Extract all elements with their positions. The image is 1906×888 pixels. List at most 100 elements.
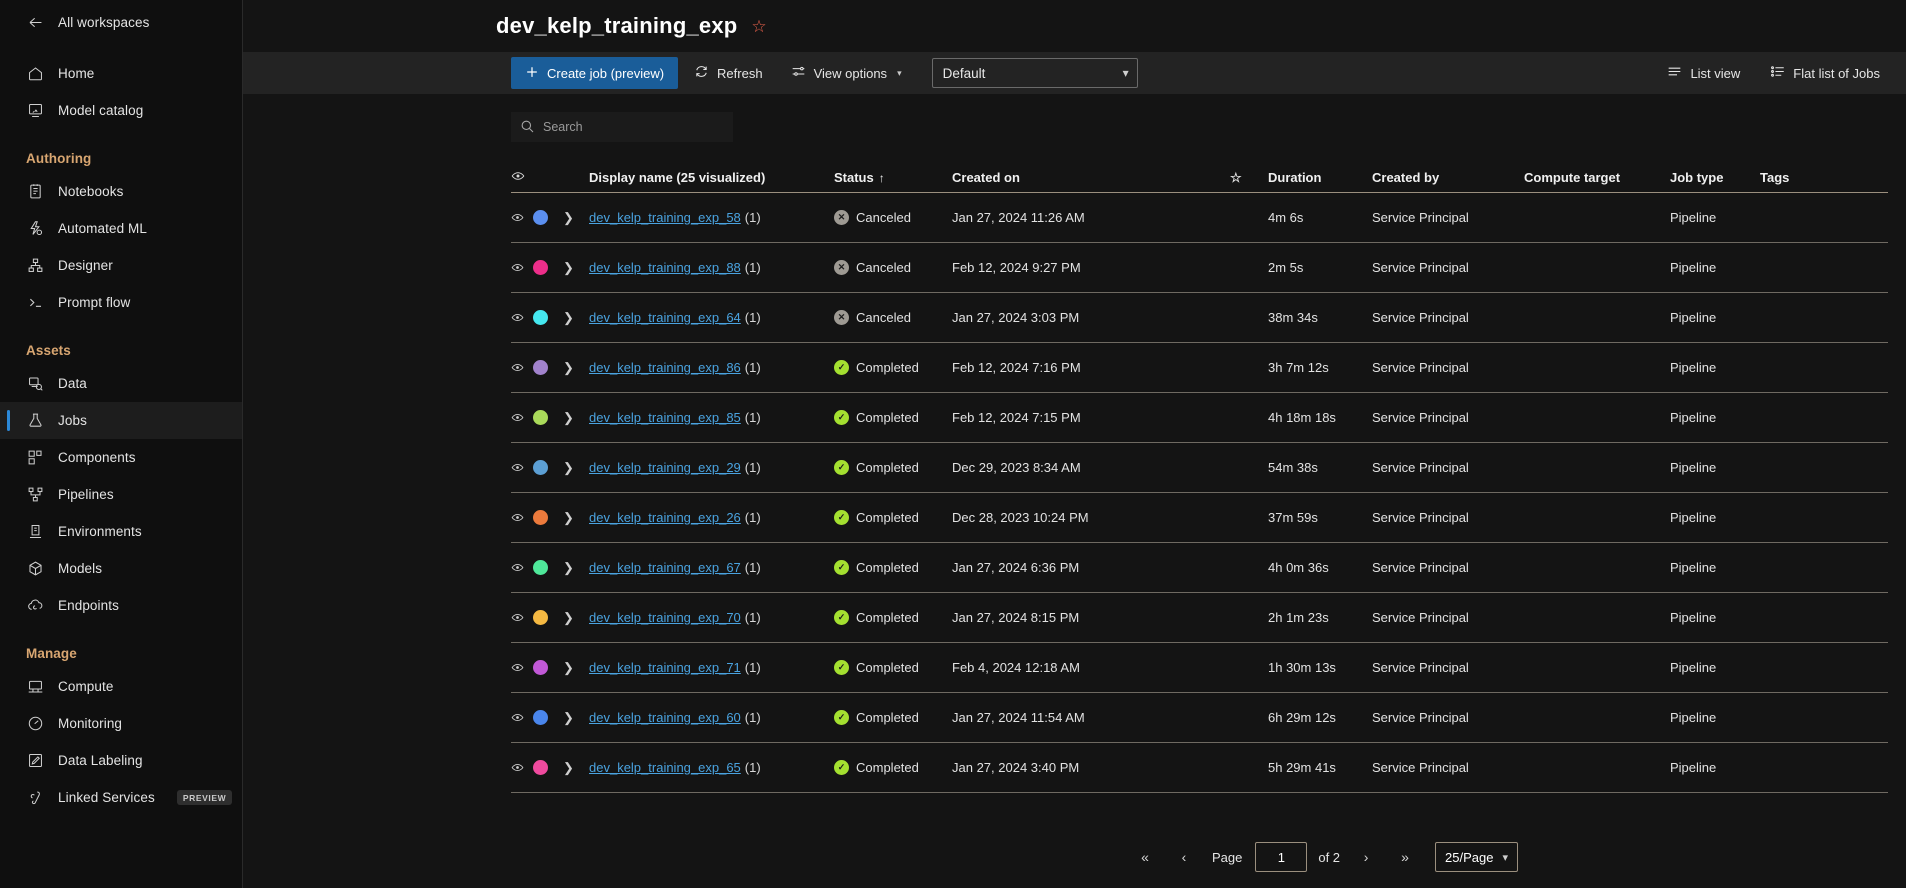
table-row[interactable]: ❯ dev_kelp_training_exp_60 (1) ✓ Completed Ja…	[511, 693, 1888, 743]
sidebar-item-automated-ml[interactable]: Automated ML	[0, 210, 242, 247]
sidebar-item-endpoints[interactable]: Endpoints	[0, 587, 242, 624]
sidebar-item-data[interactable]: Data	[0, 365, 242, 402]
table-row[interactable]: ❯ dev_kelp_training_exp_85 (1) ✓ Completed Fe…	[511, 393, 1888, 443]
row-display-name-cell[interactable]: dev_kelp_training_exp_60 (1)	[589, 710, 834, 725]
sidebar-item-pipelines[interactable]: Pipelines	[0, 476, 242, 513]
sidebar-item-compute[interactable]: Compute	[0, 668, 242, 705]
expand-row-icon[interactable]: ❯	[563, 260, 589, 276]
header-job-type[interactable]: Job type	[1670, 170, 1760, 185]
expand-row-icon[interactable]: ❯	[563, 560, 589, 576]
header-created-on[interactable]: Created on	[952, 170, 1230, 185]
row-visibility-toggle[interactable]	[511, 561, 533, 574]
table-row[interactable]: ❯ dev_kelp_training_exp_71 (1) ✓ Completed Fe…	[511, 643, 1888, 693]
job-name-link[interactable]: dev_kelp_training_exp_86	[589, 360, 741, 375]
search-input[interactable]	[511, 112, 733, 142]
sidebar-item-components[interactable]: Components	[0, 439, 242, 476]
expand-row-icon[interactable]: ❯	[563, 410, 589, 426]
row-display-name-cell[interactable]: dev_kelp_training_exp_70 (1)	[589, 610, 834, 625]
header-created-by[interactable]: Created by	[1372, 170, 1524, 185]
first-page-button[interactable]: «	[1130, 842, 1160, 872]
row-display-name-cell[interactable]: dev_kelp_training_exp_64 (1)	[589, 310, 834, 325]
row-display-name-cell[interactable]: dev_kelp_training_exp_26 (1)	[589, 510, 834, 525]
sidebar-item-model-catalog[interactable]: Model catalog	[0, 92, 242, 129]
expand-row-icon[interactable]: ❯	[563, 210, 589, 226]
expand-row-icon[interactable]: ❯	[563, 760, 589, 776]
header-visibility-toggle[interactable]	[511, 169, 533, 186]
next-page-button[interactable]: ›	[1351, 842, 1381, 872]
table-row[interactable]: ❯ dev_kelp_training_exp_70 (1) ✓ Completed Ja…	[511, 593, 1888, 643]
table-row[interactable]: ❯ dev_kelp_training_exp_58 (1) ✕ Canceled Jan…	[511, 193, 1888, 243]
job-name-link[interactable]: dev_kelp_training_exp_58	[589, 210, 741, 225]
job-name-link[interactable]: dev_kelp_training_exp_71	[589, 660, 741, 675]
row-visibility-toggle[interactable]	[511, 711, 533, 724]
row-display-name-cell[interactable]: dev_kelp_training_exp_58 (1)	[589, 210, 834, 225]
expand-row-icon[interactable]: ❯	[563, 360, 589, 376]
table-row[interactable]: ❯ dev_kelp_training_exp_88 (1) ✕ Canceled Feb…	[511, 243, 1888, 293]
row-visibility-toggle[interactable]	[511, 461, 533, 474]
table-row[interactable]: ❯ dev_kelp_training_exp_64 (1) ✕ Canceled Jan…	[511, 293, 1888, 343]
sidebar-item-all-workspaces[interactable]: All workspaces	[0, 4, 242, 41]
page-size-select[interactable]: 25/Page ▾	[1435, 842, 1518, 872]
row-visibility-toggle[interactable]	[511, 761, 533, 774]
row-display-name-cell[interactable]: dev_kelp_training_exp_29 (1)	[589, 460, 834, 475]
sidebar-item-jobs[interactable]: Jobs	[0, 402, 242, 439]
job-name-link[interactable]: dev_kelp_training_exp_26	[589, 510, 741, 525]
job-name-link[interactable]: dev_kelp_training_exp_88	[589, 260, 741, 275]
header-tags[interactable]: Tags	[1760, 170, 1882, 185]
row-visibility-toggle[interactable]	[511, 361, 533, 374]
sidebar-item-models[interactable]: Models	[0, 550, 242, 587]
sidebar-item-environments[interactable]: Environments	[0, 513, 242, 550]
sidebar-item-linked-services[interactable]: Linked Services PREVIEW	[0, 779, 242, 816]
expand-row-icon[interactable]: ❯	[563, 310, 589, 326]
sidebar-item-monitoring[interactable]: Monitoring	[0, 705, 242, 742]
search-box[interactable]	[511, 112, 733, 142]
job-name-link[interactable]: dev_kelp_training_exp_29	[589, 460, 741, 475]
expand-row-icon[interactable]: ❯	[563, 510, 589, 526]
row-display-name-cell[interactable]: dev_kelp_training_exp_65 (1)	[589, 760, 834, 775]
table-row[interactable]: ❯ dev_kelp_training_exp_65 (1) ✓ Completed Ja…	[511, 743, 1888, 793]
job-name-link[interactable]: dev_kelp_training_exp_64	[589, 310, 741, 325]
row-visibility-toggle[interactable]	[511, 411, 533, 424]
star-icon[interactable]: ☆	[751, 18, 766, 35]
refresh-button[interactable]: Refresh	[682, 57, 775, 89]
create-job-button[interactable]: Create job (preview)	[511, 57, 679, 89]
last-page-button[interactable]: »	[1390, 842, 1420, 872]
list-view-button[interactable]: List view	[1655, 57, 1752, 89]
job-name-link[interactable]: dev_kelp_training_exp_60	[589, 710, 741, 725]
expand-row-icon[interactable]: ❯	[563, 660, 589, 676]
row-visibility-toggle[interactable]	[511, 311, 533, 324]
header-display-name[interactable]: Display name (25 visualized)	[589, 170, 834, 185]
row-display-name-cell[interactable]: dev_kelp_training_exp_67 (1)	[589, 560, 834, 575]
row-display-name-cell[interactable]: dev_kelp_training_exp_85 (1)	[589, 410, 834, 425]
row-visibility-toggle[interactable]	[511, 211, 533, 224]
sidebar-item-data-labeling[interactable]: Data Labeling	[0, 742, 242, 779]
job-name-link[interactable]: dev_kelp_training_exp_65	[589, 760, 741, 775]
page-number-input[interactable]	[1255, 842, 1308, 872]
table-row[interactable]: ❯ dev_kelp_training_exp_86 (1) ✓ Completed Fe…	[511, 343, 1888, 393]
row-visibility-toggle[interactable]	[511, 261, 533, 274]
header-duration[interactable]: Duration	[1268, 170, 1372, 185]
view-options-button[interactable]: View options ▾	[779, 57, 914, 89]
row-visibility-toggle[interactable]	[511, 661, 533, 674]
table-row[interactable]: ❯ dev_kelp_training_exp_67 (1) ✓ Completed Ja…	[511, 543, 1888, 593]
expand-row-icon[interactable]: ❯	[563, 610, 589, 626]
job-name-link[interactable]: dev_kelp_training_exp_67	[589, 560, 741, 575]
row-display-name-cell[interactable]: dev_kelp_training_exp_88 (1)	[589, 260, 834, 275]
table-row[interactable]: ❯ dev_kelp_training_exp_29 (1) ✓ Completed De…	[511, 443, 1888, 493]
row-display-name-cell[interactable]: dev_kelp_training_exp_86 (1)	[589, 360, 834, 375]
expand-row-icon[interactable]: ❯	[563, 710, 589, 726]
header-favorite[interactable]: ☆	[1230, 170, 1268, 186]
job-name-link[interactable]: dev_kelp_training_exp_85	[589, 410, 741, 425]
view-select[interactable]: Default ▾	[931, 58, 1138, 88]
previous-page-button[interactable]: ‹	[1169, 842, 1199, 872]
row-visibility-toggle[interactable]	[511, 611, 533, 624]
sidebar-item-notebooks[interactable]: Notebooks	[0, 173, 242, 210]
row-display-name-cell[interactable]: dev_kelp_training_exp_71 (1)	[589, 660, 834, 675]
header-status[interactable]: Status ↑	[834, 170, 952, 185]
sidebar-item-home[interactable]: Home	[0, 55, 242, 92]
expand-row-icon[interactable]: ❯	[563, 460, 589, 476]
sidebar-item-designer[interactable]: Designer	[0, 247, 242, 284]
row-visibility-toggle[interactable]	[511, 511, 533, 524]
table-row[interactable]: ❯ dev_kelp_training_exp_26 (1) ✓ Completed De…	[511, 493, 1888, 543]
header-compute-target[interactable]: Compute target	[1524, 170, 1670, 185]
